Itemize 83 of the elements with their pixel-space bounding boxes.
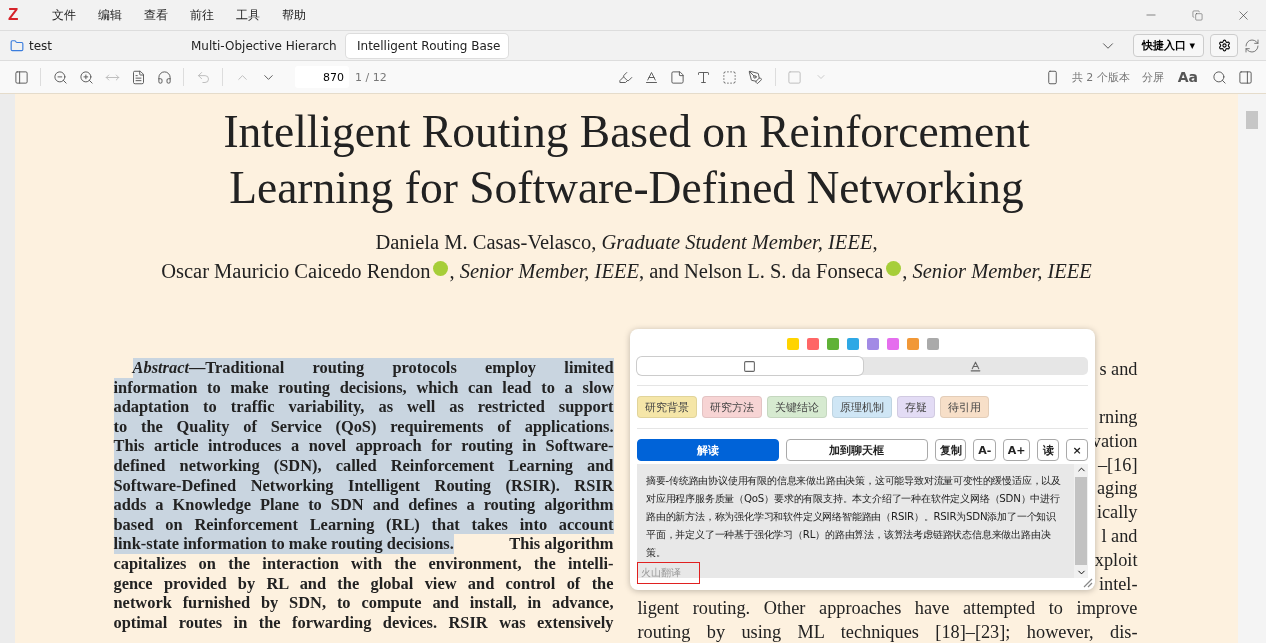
tag-chip[interactable]: 研究方法 bbox=[702, 396, 762, 418]
body-text: rning bbox=[1098, 405, 1138, 429]
scrollbar-thumb[interactable] bbox=[1246, 111, 1258, 129]
action-button[interactable]: × bbox=[1066, 439, 1088, 461]
body-text: l and bbox=[1101, 525, 1138, 549]
abstract-text: capitalizes on the interaction with the environment, the intelli- bbox=[113, 553, 614, 574]
menu-item[interactable]: 前往 bbox=[179, 6, 225, 24]
tag-chip[interactable]: 关键结论 bbox=[767, 396, 827, 418]
highlighted-text: link-state information to make routing decisions. bbox=[113, 534, 454, 554]
versions-label[interactable]: 共 2 个版本 bbox=[1071, 69, 1130, 85]
color-swatch[interactable] bbox=[806, 338, 819, 350]
highlighted-text: defined networking (SDN), called Reinforcement Learning and bbox=[113, 455, 614, 476]
author-text: Oscar Mauricio Caicedo Rendon bbox=[161, 260, 431, 282]
highlighted-text: Abstract—Traditional routing protocols employ limited bbox=[132, 358, 614, 378]
body-text: xploit bbox=[1094, 549, 1138, 573]
app-logo: Z bbox=[8, 5, 20, 25]
highlighted-text: Software-Defined Networking Intelligent Routing (RSIR). RSIR bbox=[113, 475, 614, 496]
highlighted-text: adds a Knowledge Plane to SDN and defines a routing algorithm bbox=[113, 495, 614, 515]
quick-entry-button[interactable]: 快捷入口 ▾ bbox=[1132, 34, 1204, 57]
translation-text: 摘要-传统路由协议使用有限的信息来做出路由决策，这可能导致对流量可变性的缓慢适应，以及对应用程序服务质量（QoS）要求的有限支持。本文介绍了一种在软件定义网络（SDN）中进行路由的新方法，称为强化学习和软件定义网络智能路由（RSIR）。RSIR为SDN添加了一个知识平面，并定义了一种基于强化学习（RL）的路由算法，该算法考虑链路状态信息来做出路由决策。 bbox=[646, 474, 1063, 560]
abstract-text: optimal routes in the forwarding devices. RSIR was extensively bbox=[113, 612, 614, 633]
tag-chip[interactable]: 存疑 bbox=[897, 396, 935, 418]
color-swatch[interactable] bbox=[846, 338, 859, 350]
color-swatch[interactable] bbox=[906, 338, 919, 350]
abstract-text: This algorithm bbox=[508, 534, 614, 554]
font-settings-button[interactable]: Aa bbox=[1177, 69, 1198, 85]
author-text: , Senior Member, IEEE, and Nelson L. S. da Fonseca bbox=[449, 260, 884, 282]
scrollbar-thumb[interactable] bbox=[1075, 477, 1087, 565]
highlighted-text: adaptation to traffic variability, as well as restricted support bbox=[113, 397, 614, 417]
color-swatch[interactable] bbox=[926, 338, 939, 350]
color-swatch[interactable] bbox=[886, 338, 899, 350]
action-button[interactable]: A- bbox=[973, 439, 996, 461]
body-text: ically bbox=[1096, 501, 1138, 525]
abstract-text: gence provided by RL and the global view and control of the bbox=[113, 573, 614, 594]
translation-engine-label: 火山翻译 bbox=[637, 562, 700, 584]
menu-item[interactable]: 帮助 bbox=[271, 6, 317, 24]
highlighted-text: to the Quality of Service (QoS) requirements of applications. bbox=[113, 416, 614, 437]
tab[interactable]: test bbox=[4, 33, 176, 58]
body-text: intel- bbox=[1098, 573, 1138, 596]
underline-mode-icon bbox=[968, 359, 982, 373]
restore-icon bbox=[1191, 9, 1203, 21]
settings-button[interactable] bbox=[1210, 34, 1238, 57]
tag-chip[interactable]: 研究背景 bbox=[637, 396, 697, 418]
highlighted-text: information to make routing decisions, which can lead to a slow bbox=[113, 377, 614, 398]
color-swatch[interactable] bbox=[786, 338, 799, 350]
author-text: , Senior Member, IEEE bbox=[902, 260, 1092, 282]
color-swatch[interactable] bbox=[826, 338, 839, 350]
page-count: 1 / 12 bbox=[355, 70, 387, 84]
color-swatch[interactable] bbox=[866, 338, 879, 350]
body-text: aging bbox=[1096, 477, 1138, 501]
body-text: routing by using ML techniques [18]–[23]; however, dis- bbox=[637, 620, 1138, 643]
author-text: Daniela M. Casas-Velasco, bbox=[375, 231, 598, 253]
tag-chip[interactable]: 原理机制 bbox=[832, 396, 892, 418]
author-text: Graduate Student Member, IEEE, bbox=[601, 231, 878, 253]
highlight-mode-icon bbox=[743, 359, 757, 373]
menu-item[interactable]: 文件 bbox=[41, 6, 87, 24]
action-button[interactable]: 读 bbox=[1037, 439, 1059, 461]
highlighted-text: This article introduces a novel approach for routing in Software- bbox=[113, 436, 614, 456]
highlighted-text: based on Reinforcement Learning (RL) that takes into account bbox=[113, 514, 614, 535]
resize-grip-icon[interactable] bbox=[1081, 576, 1093, 588]
tag-chip[interactable]: 待引用 bbox=[940, 396, 989, 418]
folder-icon bbox=[10, 38, 24, 53]
orcid-icon[interactable] bbox=[433, 261, 449, 276]
action-button[interactable]: A+ bbox=[1002, 439, 1030, 461]
action-button[interactable]: 解读 bbox=[637, 439, 779, 461]
menu-item[interactable]: 查看 bbox=[133, 6, 179, 24]
action-button[interactable]: 加到聊天框 bbox=[785, 439, 928, 461]
action-button[interactable]: 复制 bbox=[934, 439, 967, 461]
menu-item[interactable]: 工具 bbox=[225, 6, 271, 24]
tab[interactable]: Multi-Objective Hierarch bbox=[180, 33, 342, 58]
orcid-icon[interactable] bbox=[886, 261, 902, 276]
abstract-text: network furnished by SDN, to compute and install, in advance, bbox=[113, 593, 614, 613]
paper-title: Intelligent Routing Based on Reinforcement Learning for Software-Defined Networking bbox=[222, 105, 1031, 215]
menu-item[interactable]: 编辑 bbox=[87, 6, 133, 24]
settings-icon bbox=[1217, 39, 1231, 52]
page-number-field[interactable]: 870 bbox=[295, 66, 349, 88]
body-text: ligent routing. Other approaches have attempted to improve bbox=[637, 596, 1138, 620]
refresh-icon[interactable] bbox=[1244, 37, 1260, 54]
mode-toggle[interactable] bbox=[637, 357, 863, 375]
split-screen-button[interactable]: 分屏 bbox=[1141, 69, 1164, 85]
tab[interactable]: Intelligent Routing Base bbox=[346, 33, 508, 58]
body-text: –[16] bbox=[1097, 453, 1138, 477]
body-text: s and bbox=[1099, 358, 1138, 381]
